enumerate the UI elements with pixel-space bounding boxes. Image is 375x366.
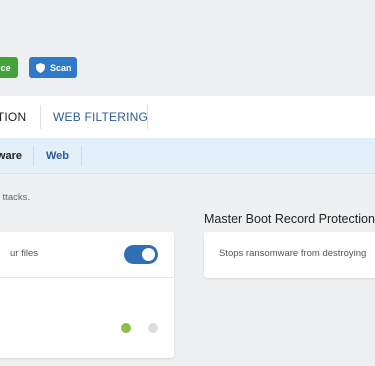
tab-web-filtering-label: WEB FILTERING	[53, 110, 149, 124]
pager-dot[interactable]	[148, 323, 158, 333]
subtab-web[interactable]: Web	[46, 138, 69, 174]
subtab-web-label: Web	[46, 150, 70, 162]
section-description: ttacks.	[2, 192, 30, 203]
subtab-ransomware[interactable]: ware	[0, 138, 22, 174]
subtab-divider	[33, 146, 34, 166]
protection-toggle[interactable]	[124, 245, 158, 264]
service-button-label: ice	[0, 62, 11, 73]
scan-button-label: Scan	[50, 62, 72, 73]
card-divider	[0, 277, 174, 278]
master-boot-text: Stops ransomware from destroying	[219, 248, 367, 259]
app-root: ice Scan CTION WEB FILTERING ware Web tt…	[0, 0, 375, 366]
pager-dot-active[interactable]	[121, 323, 131, 333]
toggle-knob	[142, 248, 155, 261]
subtab-divider	[81, 146, 82, 166]
protection-card-text: our files.	[10, 248, 38, 259]
tab-protection-label: CTION	[0, 110, 27, 124]
service-button[interactable]: ice	[0, 57, 18, 78]
tab-web-filtering[interactable]: WEB FILTERING	[53, 96, 148, 138]
shield-icon	[36, 62, 45, 73]
sub-tab-bar: ware Web	[0, 138, 375, 174]
tab-protection[interactable]: CTION	[0, 96, 40, 138]
scan-button[interactable]: Scan	[29, 57, 77, 78]
subtab-ransomware-label: ware	[0, 150, 22, 162]
tab-divider	[40, 105, 41, 129]
main-tab-bar: CTION WEB FILTERING	[0, 96, 375, 138]
master-boot-title: Master Boot Record Protection	[204, 212, 375, 226]
tab-divider	[147, 105, 148, 129]
